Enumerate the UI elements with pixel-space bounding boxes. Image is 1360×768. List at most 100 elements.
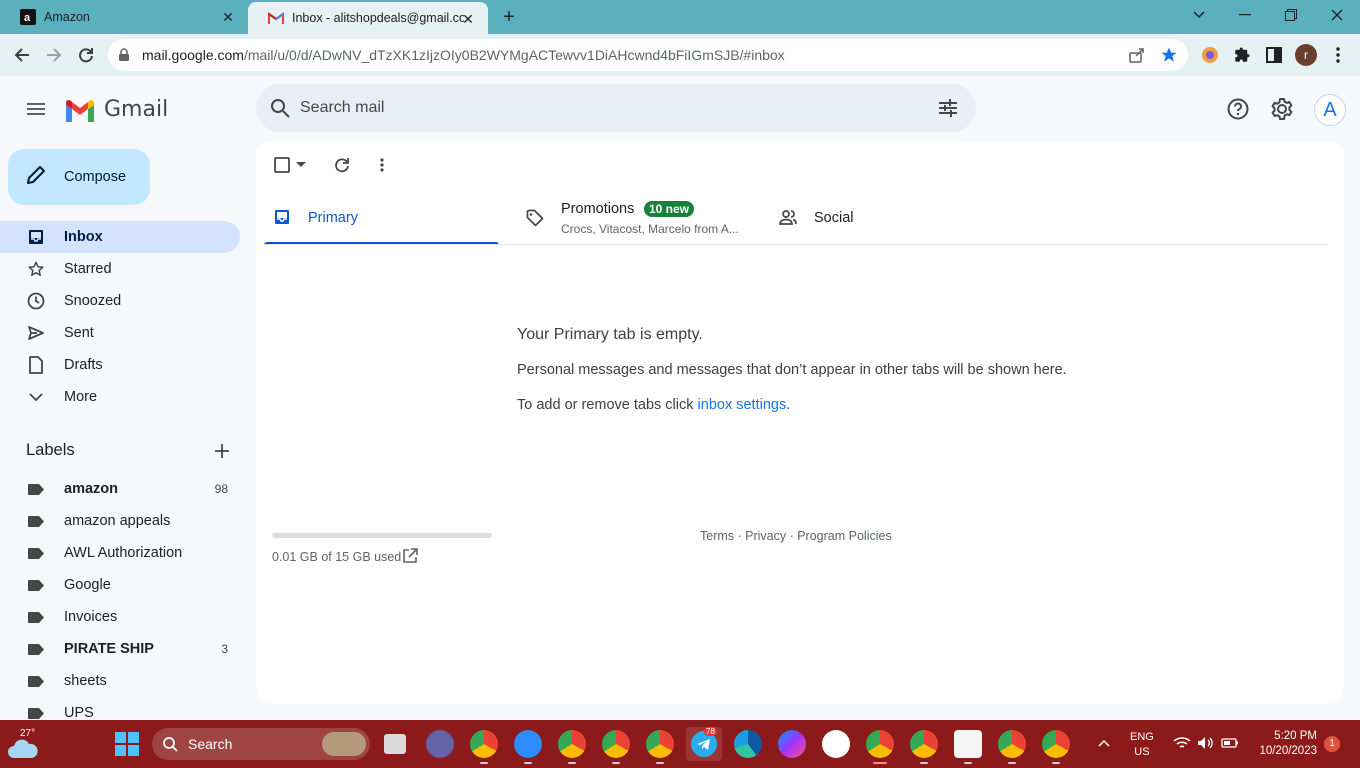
search-bar	[256, 84, 976, 132]
browser-menu-icon[interactable]	[1327, 44, 1349, 66]
footer-links[interactable]: Terms · Privacy · Program Policies	[700, 529, 892, 543]
extension-icon[interactable]	[1199, 44, 1221, 66]
main-menu-icon[interactable]	[24, 97, 48, 121]
search-icon[interactable]	[268, 96, 292, 125]
label-item-awl-authorization[interactable]: AWL Authorization	[0, 537, 240, 569]
reload-button[interactable]	[74, 43, 98, 67]
search-input[interactable]	[300, 94, 900, 122]
file-explorer-icon[interactable]	[384, 734, 406, 754]
label-tag-icon	[28, 548, 44, 559]
back-button[interactable]	[10, 43, 34, 67]
empty-state-title: Your Primary tab is empty.	[517, 326, 703, 343]
sidebar-item-label: Inbox	[64, 229, 103, 245]
tab-social[interactable]: Social	[779, 189, 979, 245]
help-icon[interactable]	[1226, 97, 1250, 121]
sidebar-item-more[interactable]: More	[0, 381, 240, 413]
chrome-icon[interactable]	[470, 730, 498, 764]
taskbar-search[interactable]: Search	[152, 728, 370, 760]
slack-icon[interactable]	[822, 730, 850, 758]
label-name: amazon	[64, 481, 118, 497]
chrome-profile-icon[interactable]	[910, 730, 938, 764]
close-tab-icon[interactable]: ✕	[460, 11, 476, 27]
chrome-profile-icon[interactable]	[602, 730, 630, 764]
taskbar-search-label: Search	[188, 736, 233, 752]
compose-button[interactable]: Compose	[8, 149, 150, 205]
sidebar-item-drafts[interactable]: Drafts	[0, 349, 240, 381]
side-panel-icon[interactable]	[1263, 44, 1285, 66]
telegram-icon[interactable]: 78	[686, 727, 722, 761]
draft-icon	[27, 356, 45, 374]
close-window-button[interactable]	[1314, 0, 1360, 30]
browser-profile-avatar[interactable]: r	[1295, 44, 1317, 66]
lock-icon[interactable]	[118, 48, 130, 67]
people-icon	[779, 209, 797, 230]
account-avatar[interactable]: A	[1314, 94, 1346, 126]
windows-taskbar: 27° Search 78 ENG US 5:20 PM 10/20/2023 1	[0, 720, 1360, 768]
sidebar-item-snoozed[interactable]: Snoozed	[0, 285, 240, 317]
empty-state-hint: To add or remove tabs click inbox settin…	[517, 397, 791, 413]
sidebar-item-starred[interactable]: Starred	[0, 253, 240, 285]
inbox-settings-link[interactable]: inbox settings	[698, 397, 787, 413]
notification-badge[interactable]: 1	[1324, 736, 1340, 752]
app-name: Gmail	[104, 97, 169, 122]
zoom-icon[interactable]	[514, 730, 542, 764]
bookmark-star-icon[interactable]	[1160, 46, 1178, 64]
sidebar-item-inbox[interactable]: Inbox	[0, 221, 240, 253]
more-options-icon[interactable]	[372, 155, 392, 175]
tab-promotions[interactable]: Promotions 10 new Crocs, Vitacost, Marce…	[526, 189, 766, 245]
chrome-profile-icon[interactable]	[1042, 730, 1070, 764]
messenger-icon[interactable]	[778, 730, 806, 758]
forward-button[interactable]	[42, 43, 66, 67]
system-clock[interactable]: 5:20 PM 10/20/2023	[1255, 729, 1317, 759]
settings-gear-icon[interactable]	[1270, 97, 1294, 121]
refresh-icon[interactable]	[332, 155, 352, 175]
volume-icon[interactable]	[1197, 736, 1215, 752]
amazon-icon: a	[20, 9, 36, 25]
gmail-icon	[268, 10, 284, 26]
app-icon[interactable]	[954, 730, 982, 764]
battery-icon[interactable]	[1221, 736, 1239, 752]
external-link-icon[interactable]	[402, 548, 418, 564]
windows-start-icon[interactable]	[115, 732, 139, 756]
pencil-icon	[26, 165, 46, 190]
create-label-plus-icon[interactable]	[212, 441, 232, 461]
sidebar-item-sent[interactable]: Sent	[0, 317, 240, 349]
tab-primary[interactable]: Primary	[264, 189, 499, 245]
label-name: UPS	[64, 705, 94, 720]
label-item-google[interactable]: Google	[0, 569, 240, 601]
tab-label: Primary	[308, 210, 358, 226]
new-tab-button[interactable]: +	[498, 6, 520, 28]
gmail-logo[interactable]: Gmail	[64, 97, 168, 122]
label-item-sheets[interactable]: sheets	[0, 665, 240, 697]
share-icon[interactable]	[1128, 46, 1146, 64]
empty-state-message: Personal messages and messages that don’…	[517, 362, 1067, 378]
label-item-ups[interactable]: UPS	[0, 697, 240, 720]
select-all-checkbox[interactable]	[272, 155, 292, 175]
address-bar[interactable]: mail.google.com/mail/u/0/d/ADwNV_dTzXK1z…	[108, 39, 1188, 71]
chrome-profile-icon[interactable]	[998, 730, 1026, 764]
tab-search-icon[interactable]	[1176, 0, 1222, 30]
select-dropdown-icon[interactable]	[293, 155, 309, 175]
search-options-icon[interactable]	[936, 96, 960, 125]
show-hidden-icons-chevron-icon[interactable]	[1098, 736, 1110, 750]
browser-tab-amazon[interactable]: a Amazon ✕	[0, 0, 248, 34]
minimize-button[interactable]	[1222, 0, 1268, 30]
language-indicator[interactable]: ENG US	[1130, 730, 1154, 760]
label-item-pirate-ship[interactable]: PIRATE SHIP 3	[0, 633, 240, 665]
wifi-icon[interactable]	[1173, 736, 1191, 752]
label-item-amazon-appeals[interactable]: amazon appeals	[0, 505, 240, 537]
restore-button[interactable]	[1268, 0, 1314, 30]
teams-icon[interactable]	[426, 730, 454, 758]
label-item-amazon[interactable]: amazon 98	[0, 473, 240, 505]
extensions-puzzle-icon[interactable]	[1231, 44, 1253, 66]
close-tab-icon[interactable]: ✕	[220, 9, 236, 25]
label-item-invoices[interactable]: Invoices	[0, 601, 240, 633]
chrome-profile-icon[interactable]	[558, 730, 586, 764]
tabs-divider	[264, 244, 1328, 245]
chrome-profile-icon[interactable]	[866, 730, 894, 764]
sidebar-item-label: Snoozed	[64, 293, 122, 309]
browser-tab-gmail[interactable]: Inbox - alitshopdeals@gmail.com - Gmail …	[248, 2, 488, 34]
weather-widget[interactable]: 27°	[8, 726, 40, 762]
edge-icon[interactable]	[734, 730, 762, 758]
chrome-profile-icon[interactable]	[646, 730, 674, 764]
